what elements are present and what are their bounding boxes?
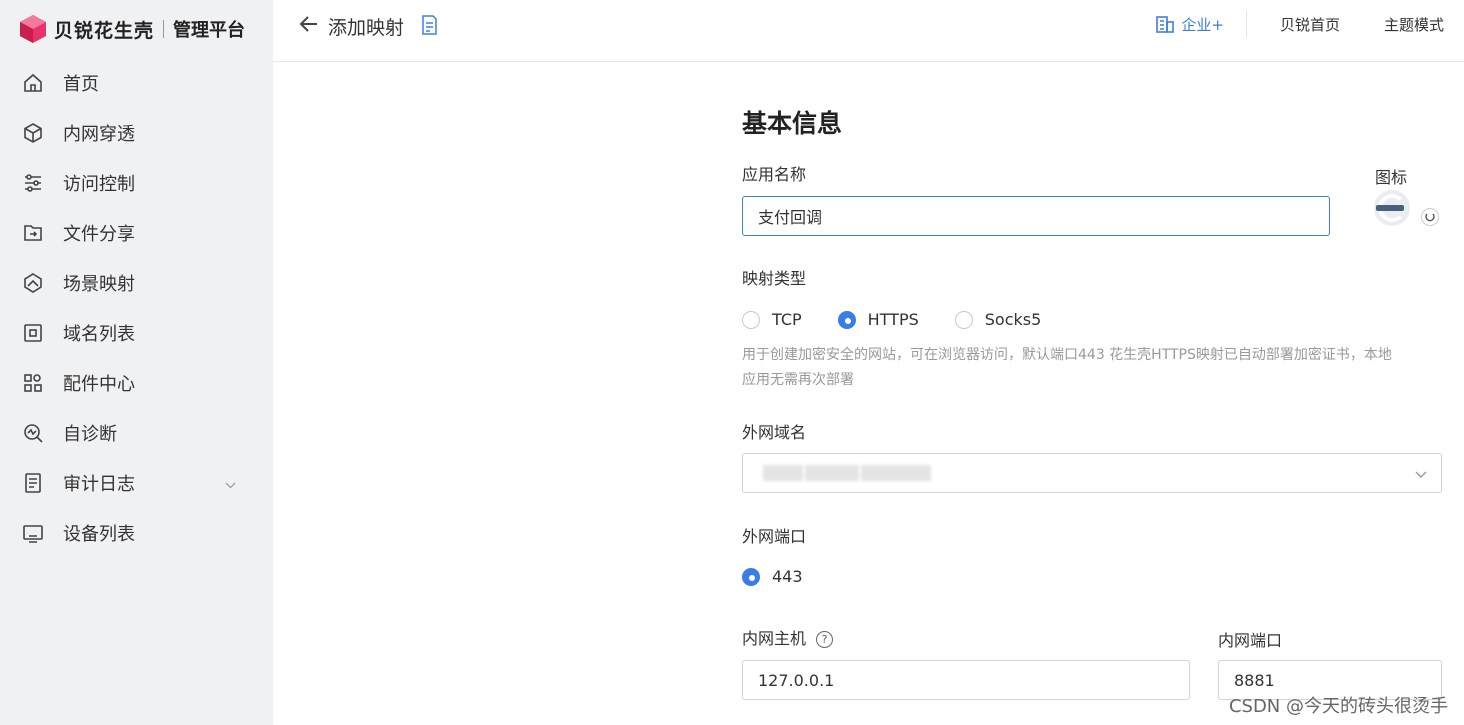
brand-name: 贝锐花生壳 (54, 19, 155, 42)
monitor-icon (23, 525, 43, 543)
icon-label: 图标 (1375, 168, 1408, 187)
document-icon[interactable] (420, 15, 438, 35)
cube-icon (24, 123, 42, 143)
mapping-type-label: 映射类型 (742, 269, 807, 288)
radio-label: 443 (772, 567, 803, 586)
brand[interactable]: 贝锐花生壳 管理平台 (0, 0, 273, 58)
help-question-icon[interactable]: ? (816, 631, 834, 648)
sidebar-item-label: 设备列表 (63, 524, 135, 545)
sidebar-item-label: 配件中心 (63, 374, 135, 395)
sidebar-item-label: 首页 (63, 74, 99, 95)
sidebar-item-accessories[interactable]: 配件中心 (0, 358, 273, 408)
watermark: CSDN @今天的砖头很烫手 (1228, 696, 1448, 717)
host-input[interactable]: 127.0.0.1 (742, 660, 1190, 700)
theme-mode-link[interactable]: 主题模式 (1384, 14, 1444, 35)
radio-https[interactable]: HTTPS (837, 310, 919, 329)
sidebar-item-self-diagnose[interactable]: 自诊断 (0, 408, 273, 458)
local-port-label: 内网端口 (1218, 631, 1283, 650)
domain-label: 外网域名 (742, 423, 807, 442)
folder-share-icon (24, 225, 42, 241)
radio-socks5[interactable]: Socks5 (954, 310, 1042, 329)
sidebar-item-scene-mapping[interactable]: 场景映射 (0, 258, 273, 308)
diagnose-icon (24, 424, 43, 443)
port-label: 外网端口 (742, 527, 807, 546)
section-title: 基本信息 (742, 109, 843, 138)
refresh-icon[interactable] (1421, 208, 1439, 226)
sidebar-item-home[interactable]: 首页 (0, 58, 273, 108)
brand-divider (163, 20, 165, 38)
home-icon (24, 73, 42, 92)
brand-subtitle: 管理平台 (173, 20, 246, 41)
sidebar-item-access-control[interactable]: 访问控制 (0, 158, 273, 208)
blurred-domain-value (763, 454, 933, 492)
sidebar-item-domain-list[interactable]: 域名列表 (0, 308, 273, 358)
chevron-down-icon (1413, 466, 1429, 482)
building-icon (1156, 16, 1175, 33)
radio-circle (742, 310, 760, 329)
sidebar-item-audit-log[interactable]: 审计日志 (0, 458, 273, 508)
log-icon (25, 473, 41, 493)
radio-label: TCP (772, 310, 802, 329)
domain-select[interactable] (742, 453, 1442, 493)
page-title: 添加映射 (328, 17, 405, 39)
grid-icon (24, 374, 42, 392)
radio-circle-checked (742, 567, 760, 586)
mapping-type-help: 用于创建加密安全的网站，可在浏览器访问，默认端口443 花生壳HTTPS映射已自… (742, 343, 1442, 393)
enterprise-plus-link[interactable]: 企业+ (1155, 11, 1247, 37)
radio-label: HTTPS (867, 310, 919, 329)
brand-logo-icon (20, 15, 46, 43)
app-name-label: 应用名称 (742, 165, 807, 184)
host-label: 内网主机 (742, 629, 807, 648)
top-bar: 添加映射 企业+ 贝锐首页 主题模式 (273, 0, 1464, 62)
port-group: 443 (742, 567, 839, 586)
sidebar-item-label: 场景映射 (63, 274, 135, 295)
sidebar-item-label: 访问控制 (63, 174, 135, 195)
help-line: 用于创建加密安全的网站，可在浏览器访问，默认端口443 花生壳HTTPS映射已自… (742, 347, 1392, 363)
back-arrow-icon[interactable] (297, 12, 321, 36)
sidebar-item-device-list[interactable]: 设备列表 (0, 508, 273, 558)
sidebar-nav: 首页 内网穿透 访问控制 文件分享 场景映射 域名列表 配件中心 自诊断 审计日… (0, 58, 273, 558)
sidebar-item-label: 内网穿透 (63, 124, 135, 145)
sidebar-item-file-share[interactable]: 文件分享 (0, 208, 273, 258)
sidebar-item-label: 域名列表 (63, 324, 135, 345)
radio-tcp[interactable]: TCP (742, 310, 802, 329)
host-label-wrap: 内网主机? (742, 625, 834, 649)
home-link[interactable]: 贝锐首页 (1280, 14, 1340, 35)
app-name-input[interactable]: 支付回调 (742, 196, 1330, 236)
sidebar: 贝锐花生壳 管理平台 首页 内网穿透 访问控制 文件分享 场景映射 域名列表 配… (0, 0, 273, 725)
radio-circle (954, 310, 973, 329)
app-icon-preview[interactable] (1374, 190, 1410, 226)
mapping-type-group: TCP HTTPS Socks5 (742, 310, 1077, 329)
scene-icon (24, 273, 42, 293)
domain-icon (24, 324, 42, 342)
sliders-icon (25, 174, 41, 192)
sidebar-item-tunnel[interactable]: 内网穿透 (0, 108, 273, 158)
radio-port-443[interactable]: 443 (742, 567, 803, 586)
sidebar-item-label: 文件分享 (63, 224, 135, 245)
radio-label: Socks5 (984, 310, 1042, 329)
chevron-down-icon[interactable] (224, 477, 237, 490)
sidebar-item-label: 审计日志 (63, 474, 135, 495)
sidebar-item-label: 自诊断 (63, 424, 117, 445)
help-line: 应用无需再次部署 (742, 372, 854, 388)
radio-circle-checked (837, 310, 856, 329)
top-right-actions: 企业+ 贝锐首页 主题模式 (1155, 0, 1464, 48)
enterprise-plus-label: 企业+ (1181, 15, 1224, 34)
